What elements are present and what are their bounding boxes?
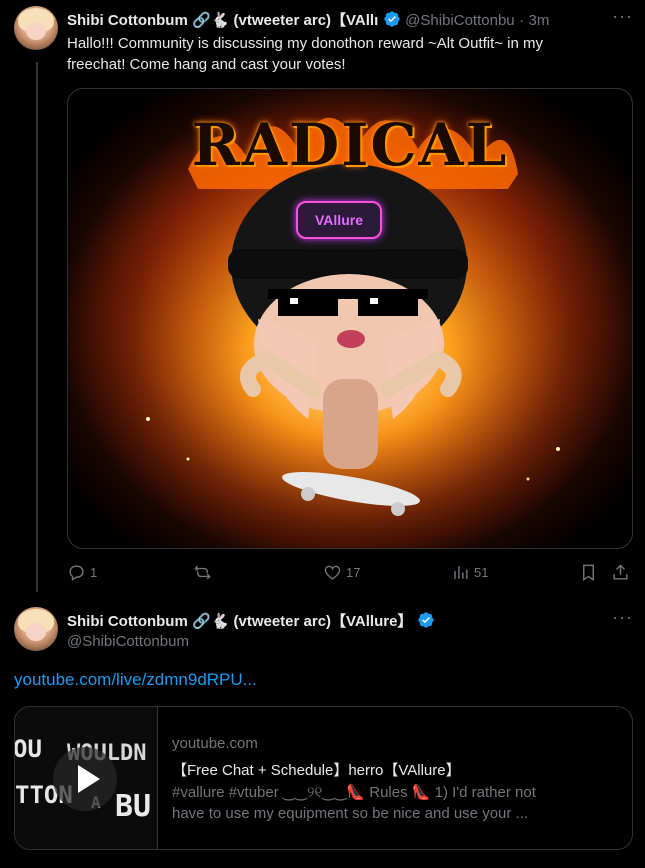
card-thumbnail[interactable]: OU WOULDN TTON A BU — [15, 707, 157, 849]
card-domain: youtube.com — [172, 735, 258, 752]
views-icon — [454, 565, 468, 579]
play-icon — [78, 765, 100, 793]
retweet-icon — [194, 565, 211, 579]
tweet2-header: Shibi Cottonbum 🔗🐇 (vtweeter arc)【VAllur… — [67, 610, 607, 631]
card-description-line: have to use my equipment so be nice and … — [172, 805, 529, 822]
share-button[interactable] — [611, 560, 630, 584]
views-button[interactable]: 51 — [451, 560, 488, 584]
thread-line — [36, 62, 38, 592]
reply-button[interactable]: 1 — [67, 560, 97, 584]
verified-badge-icon — [418, 612, 434, 628]
play-button[interactable] — [53, 747, 117, 811]
author-handle[interactable]: @ShibiCottonbum — [67, 633, 189, 650]
link-preview-card[interactable]: OU WOULDN TTON A BU youtube.com 【Free Ch… — [14, 706, 633, 850]
bookmark-button[interactable] — [579, 560, 598, 584]
tweet-text: Hallo!!! Community is discussing my dono… — [67, 33, 627, 75]
more-icon[interactable]: ··· — [612, 6, 633, 27]
image-helmet-logo: VAllure — [296, 201, 382, 239]
tweet1-header: Shibi Cottonbum 🔗🐇 (vtweeter arc)【VAllı … — [67, 9, 607, 29]
author-name[interactable]: Shibi Cottonbum 🔗🐇 (vtweeter arc)【VAllı — [67, 12, 378, 29]
retweet-button[interactable] — [193, 560, 216, 584]
separator: · — [519, 12, 525, 29]
card-info: youtube.com 【Free Chat + Schedule】herro【… — [172, 707, 632, 849]
thumb-text: OU — [15, 735, 42, 763]
image-title-text: RADICAL — [191, 111, 509, 179]
card-divider — [157, 707, 158, 849]
verified-badge-icon — [384, 11, 400, 27]
timestamp[interactable]: 3m — [529, 12, 550, 29]
reply-count: 1 — [90, 564, 98, 580]
tweet-text-line: freechat! Come hang and cast your votes! — [67, 56, 346, 73]
author-handle[interactable]: @ShibiCottonbu — [405, 12, 514, 29]
bookmark-icon — [583, 564, 594, 581]
reply-icon — [69, 564, 84, 581]
tweet-actions: 1 17 51 — [67, 560, 631, 584]
author-name[interactable]: Shibi Cottonbum 🔗🐇 (vtweeter arc)【VAllur… — [67, 613, 412, 630]
like-count: 17 — [346, 564, 361, 580]
share-icon — [613, 563, 628, 580]
thumb-text: BU — [115, 789, 152, 824]
tweet-text-line: Hallo!!! Community is discussing my dono… — [67, 35, 544, 52]
more-icon[interactable]: ··· — [612, 607, 633, 628]
avatar[interactable] — [14, 607, 58, 651]
avatar[interactable] — [14, 6, 58, 50]
views-count: 51 — [474, 564, 489, 580]
card-description-line: #vallure #vtuber ‿‿୨୧‿‿👠 Rules 👠 1) I'd … — [172, 784, 536, 801]
card-title: 【Free Chat + Schedule】herro【VAllure】 — [172, 762, 461, 779]
like-button[interactable]: 17 — [323, 560, 360, 584]
like-icon — [324, 565, 341, 580]
tweet-media-image[interactable]: RADICAL VAllure — [67, 88, 633, 549]
youtube-link[interactable]: youtube.com/live/zdmn9dRPU... — [14, 670, 257, 690]
